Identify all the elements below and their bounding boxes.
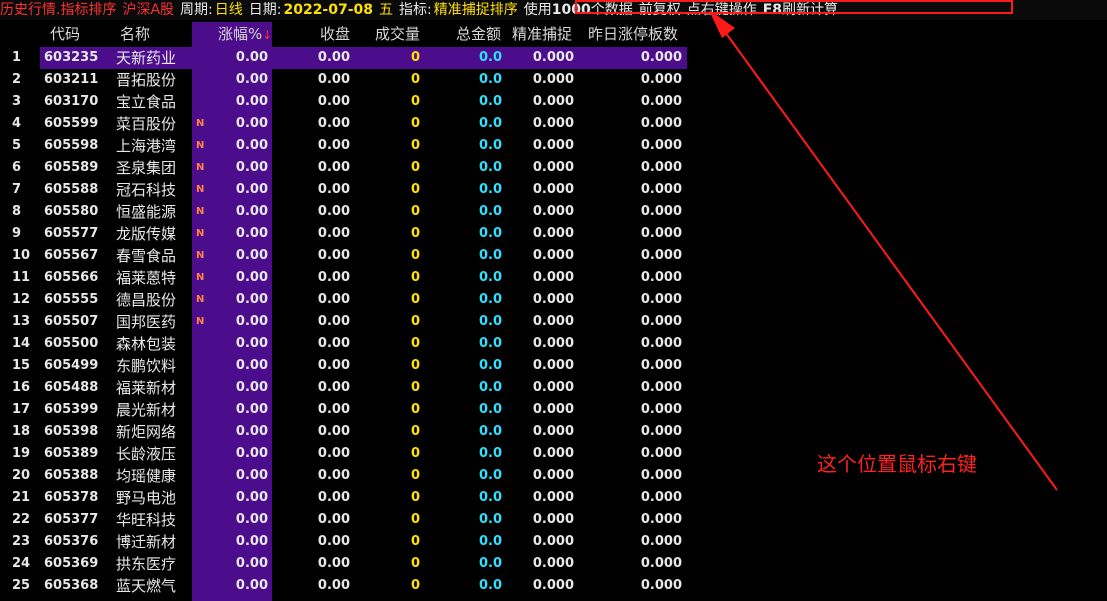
annotation-arrow-icon bbox=[709, 10, 1058, 491]
annotation-arrow-head bbox=[709, 10, 735, 38]
annotation-arrow-line bbox=[714, 17, 1058, 491]
